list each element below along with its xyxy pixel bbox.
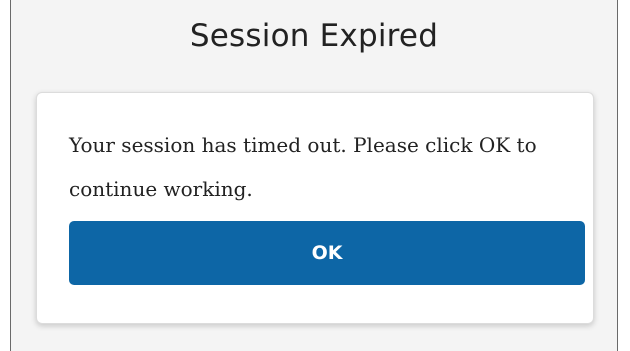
dialog-title: Session Expired: [189, 18, 439, 54]
ok-button[interactable]: OK: [69, 221, 585, 285]
session-expired-dialog: Session Expired Your session has timed o…: [10, 0, 618, 351]
dialog-message: Your session has timed out. Please click…: [69, 133, 537, 201]
screen: Session Expired Your session has timed o…: [0, 0, 630, 351]
dialog-card: Your session has timed out. Please click…: [36, 92, 594, 324]
